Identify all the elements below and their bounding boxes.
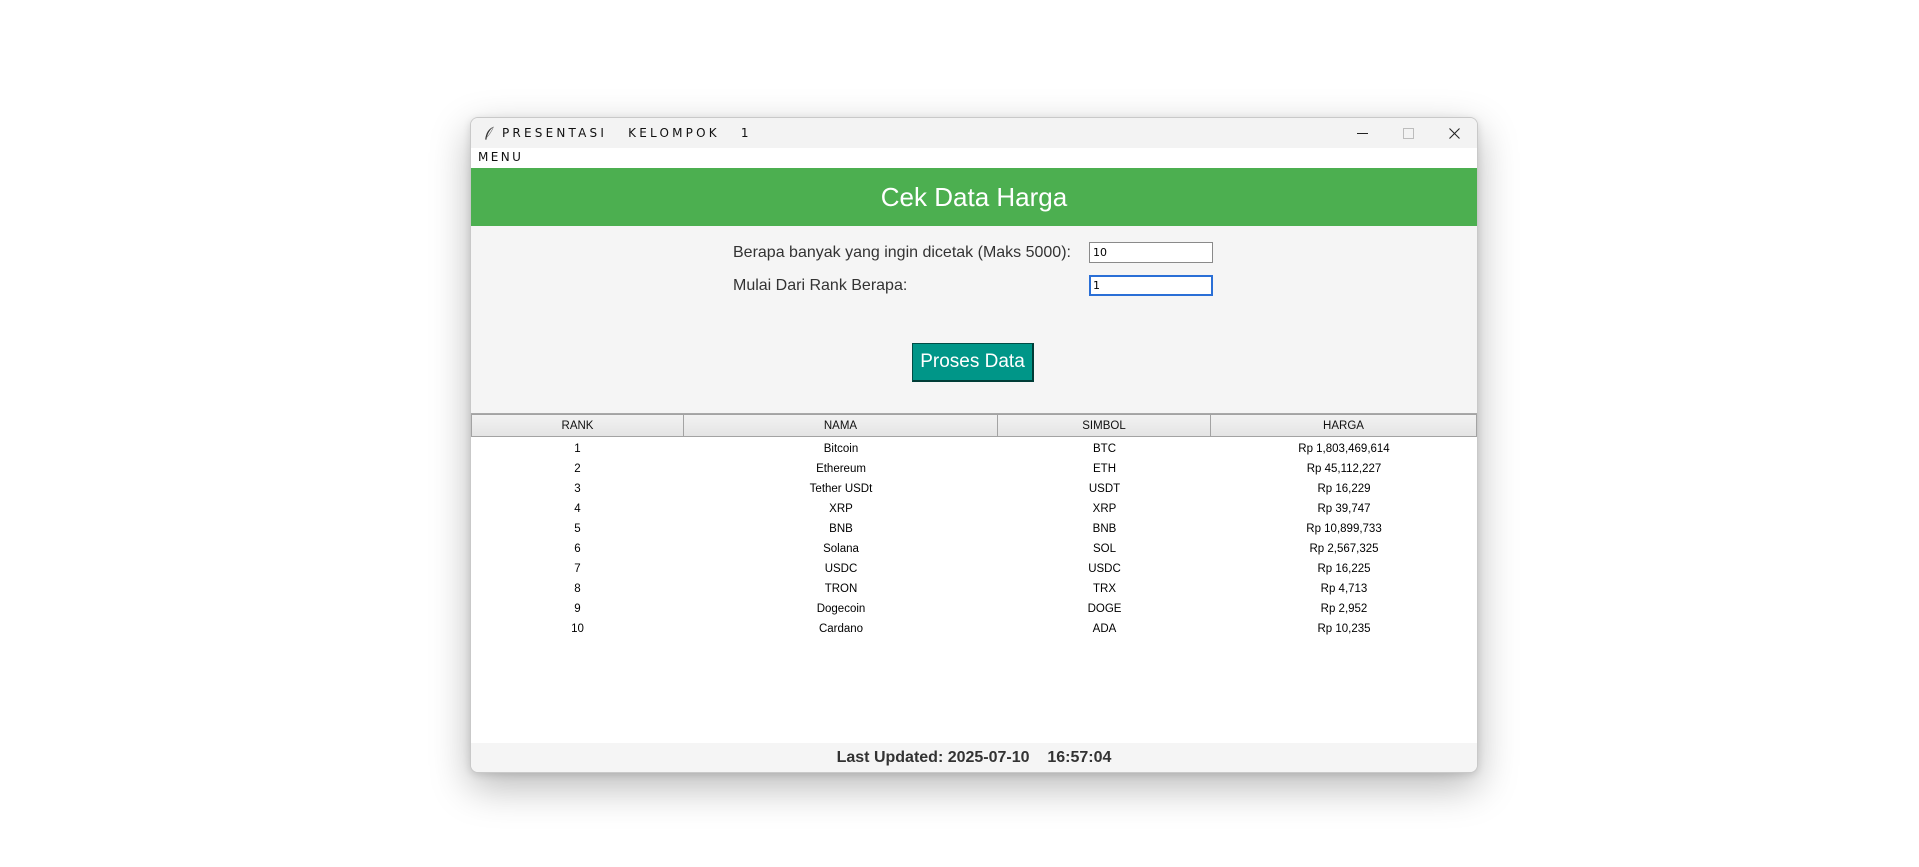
table-row[interactable]: 5 BNB BNB Rp 10,899,733 [471,519,1477,539]
price-cell: Rp 2,567,325 [1309,543,1379,555]
price-cell: Rp 4,713 [1320,583,1368,595]
price-cell: Rp 2,952 [1320,603,1368,615]
name-cell: Ethereum [816,463,866,475]
price-table: RANK NAMA SIMBOL HARGA 1 Bitcoin BTC Rp 1,8… [471,413,1477,744]
count-input[interactable] [1089,242,1213,263]
table-row[interactable]: 10 Cardano ADA Rp 10,235 [471,619,1477,639]
table-row[interactable]: 4 XRP XRP Rp 39,747 [471,499,1477,519]
column-header-simbol[interactable]: SIMBOL [998,414,1211,437]
rank-cell: 9 [574,603,581,615]
rank-cell: 1 [574,443,581,455]
table-row[interactable]: 1 Bitcoin BTC Rp 1,803,469,614 [471,439,1477,459]
symbol-cell: XRP [1092,503,1117,515]
symbol-cell: USDC [1088,563,1121,575]
minimize-icon [1356,132,1368,134]
close-button[interactable] [1431,118,1477,148]
table-header: RANK NAMA SIMBOL HARGA [471,414,1477,437]
price-cell: Rp 1,803,469,614 [1298,443,1390,455]
count-label: Berapa banyak yang ingin dicetak (Maks 5… [733,244,1071,261]
symbol-cell: USDT [1088,483,1121,495]
rank-cell: 5 [574,523,581,535]
header-banner: Cek Data Harga [471,168,1477,226]
last-updated-text: Last Updated: 2025-07-10 16:57:04 [836,748,1112,766]
menu-bar: MENU [471,148,1477,168]
name-cell: Solana [823,543,859,555]
table-row[interactable]: 9 Dogecoin DOGE Rp 2,952 [471,599,1477,619]
window-controls [1339,118,1477,148]
name-cell: TRON [824,583,858,595]
start-rank-label: Mulai Dari Rank Berapa: [733,277,908,294]
table-row[interactable]: 3 Tether USDt USDT Rp 16,229 [471,479,1477,499]
column-header-nama[interactable]: NAMA [684,414,998,437]
close-icon [1448,127,1460,139]
symbol-cell: SOL [1092,543,1116,555]
name-cell: Dogecoin [816,603,866,615]
menu-item-menu[interactable]: MENU [478,150,523,164]
name-cell: BNB [829,523,853,535]
symbol-cell: ADA [1092,623,1117,635]
rank-cell: 7 [574,563,581,575]
table-body: 1 Bitcoin BTC Rp 1,803,469,614 2 Ethereum ETH R… [471,437,1477,639]
name-cell: Bitcoin [823,443,859,455]
maximize-icon [1402,127,1414,139]
rank-cell: 10 [571,623,584,635]
feather-icon [482,125,496,141]
rank-cell: 8 [574,583,581,595]
symbol-cell: DOGE [1087,603,1122,615]
price-cell: Rp 16,225 [1317,563,1371,575]
title-bar[interactable]: PRESENTASI KELOMPOK 1 [471,118,1477,148]
name-cell: Tether USDt [809,483,873,495]
symbol-cell: TRX [1093,583,1116,595]
price-cell: Rp 45,112,227 [1306,463,1382,475]
page-title: Cek Data Harga [880,181,1068,212]
price-cell: Rp 10,235 [1317,623,1371,635]
rank-cell: 4 [574,503,581,515]
price-cell: Rp 39,747 [1317,503,1371,515]
column-header-harga[interactable]: HARGA [1211,414,1477,437]
table-row[interactable]: 8 TRON TRX Rp 4,713 [471,579,1477,599]
column-header-rank[interactable]: RANK [471,414,684,437]
price-cell: Rp 10,899,733 [1306,523,1382,535]
rank-cell: 2 [574,463,581,475]
table-row[interactable]: 2 Ethereum ETH Rp 45,112,227 [471,459,1477,479]
name-cell: XRP [829,503,853,515]
rank-cell: 6 [574,543,581,555]
process-data-button[interactable]: Proses Data [912,343,1034,382]
table-row[interactable]: 7 USDC USDC Rp 16,225 [471,559,1477,579]
status-bar: Last Updated: 2025-07-10 16:57:04 [471,743,1477,772]
table-row[interactable]: 6 Solana SOL Rp 2,567,325 [471,539,1477,559]
price-cell: Rp 16,229 [1317,483,1371,495]
symbol-cell: BTC [1093,443,1116,455]
window-title: PRESENTASI KELOMPOK 1 [502,126,752,140]
maximize-button[interactable] [1385,118,1431,148]
start-rank-input[interactable] [1089,275,1213,296]
rank-cell: 3 [574,483,581,495]
symbol-cell: ETH [1093,463,1116,475]
name-cell: Cardano [818,623,864,635]
app-window: PRESENTASI KELOMPOK 1 MENU Cek Data Harg… [470,117,1478,773]
minimize-button[interactable] [1339,118,1385,148]
name-cell: USDC [824,563,858,575]
symbol-cell: BNB [1092,523,1117,535]
